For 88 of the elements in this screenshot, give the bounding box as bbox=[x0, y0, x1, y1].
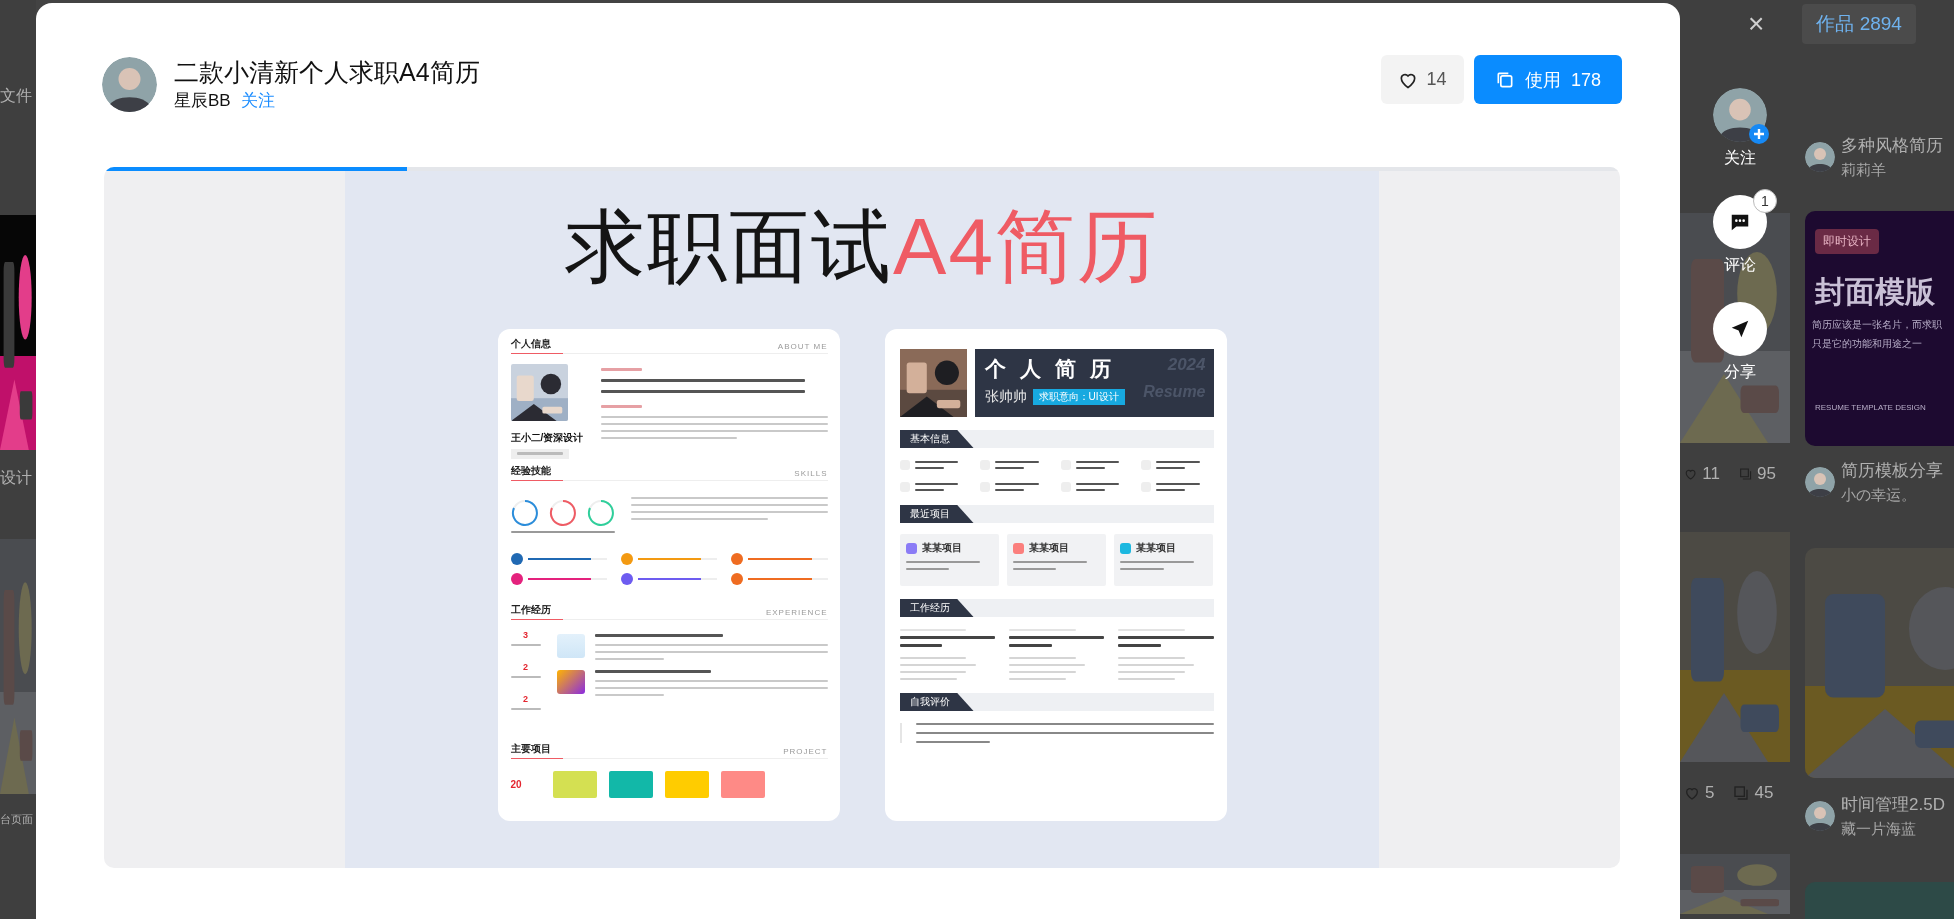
author-avatar[interactable] bbox=[1805, 467, 1835, 497]
author-name[interactable]: 小の幸运。 bbox=[1841, 486, 1943, 505]
text-lines-drawing bbox=[914, 483, 958, 491]
section-subtitle: SKILLS bbox=[794, 469, 828, 478]
like-count: 11 bbox=[1702, 464, 1720, 484]
text-lines-drawing bbox=[601, 405, 642, 408]
action-label[interactable]: 分享 bbox=[1724, 362, 1756, 383]
text-lines-drawing bbox=[510, 644, 541, 646]
heart-icon bbox=[1684, 785, 1700, 801]
like-button[interactable]: 14 bbox=[1381, 55, 1464, 104]
section-title: 工作经历 bbox=[510, 603, 551, 617]
app-logo-icon bbox=[556, 634, 585, 658]
person-name: 张帅帅 bbox=[984, 388, 1027, 406]
preview-headline: 求职面试A4简历 bbox=[565, 207, 1159, 287]
works-button[interactable]: 作品 2894 bbox=[1802, 4, 1916, 44]
like-count: 5 bbox=[1705, 783, 1715, 803]
comment-icon bbox=[1733, 785, 1750, 801]
app-logo-icon bbox=[731, 573, 744, 585]
progress-ring-icon bbox=[548, 499, 577, 527]
count-badge: 1 bbox=[1753, 189, 1777, 213]
app-logo-icon bbox=[510, 553, 523, 565]
author-avatar[interactable] bbox=[102, 57, 157, 112]
job-intent: 求职意向：UI设计 bbox=[1032, 389, 1125, 405]
section-title: 主要项目 bbox=[510, 742, 551, 756]
section-subtitle: ABOUT ME bbox=[777, 342, 828, 351]
comment-count: 95 bbox=[1757, 464, 1776, 484]
send-icon bbox=[1729, 318, 1751, 340]
text-lines-drawing bbox=[1075, 483, 1119, 491]
stat-number: 2 bbox=[523, 694, 528, 704]
text-lines-drawing bbox=[914, 461, 958, 469]
text-lines-drawing bbox=[1075, 461, 1119, 469]
section-title: 个人信息 bbox=[510, 337, 551, 351]
project-title: 某某项目 bbox=[1136, 541, 1177, 555]
app-logo-icon bbox=[620, 553, 633, 565]
text-lines-drawing bbox=[510, 708, 541, 710]
resume-title: 个人简历 bbox=[984, 356, 1125, 381]
section-title: 基本信息 bbox=[899, 430, 974, 448]
project-title: 某某项目 bbox=[1028, 541, 1069, 555]
card-title[interactable]: 时间管理2.5D bbox=[1841, 793, 1945, 816]
action-label[interactable]: 评论 bbox=[1724, 255, 1756, 276]
author-name[interactable]: 星辰BB bbox=[174, 89, 231, 112]
stat-number: 3 bbox=[523, 630, 528, 640]
person-name: 王小二/资深设计 bbox=[510, 431, 584, 445]
card-title[interactable]: 简历模板分享 bbox=[1841, 459, 1943, 482]
comment-count: 45 bbox=[1754, 783, 1774, 803]
section-subtitle: EXPERIENCE bbox=[765, 608, 828, 617]
action-label[interactable]: 关注 bbox=[1724, 148, 1756, 169]
app-logo-icon bbox=[620, 573, 633, 585]
text-lines-drawing bbox=[1156, 483, 1200, 491]
app-logo-icon bbox=[556, 670, 585, 694]
section-title: 最近项目 bbox=[899, 505, 974, 523]
progress-ring-icon bbox=[586, 499, 615, 527]
cover-heading: 封面模版 bbox=[1815, 274, 1936, 310]
section-subtitle: PROJECT bbox=[783, 747, 828, 756]
cover-card[interactable]: 即时设计 封面模版 简历应该是一张名片，而求职 只是它的功能和用途之一 RESUME TEMPLATE DESIGN bbox=[1805, 211, 1954, 446]
section-title: 自我评价 bbox=[899, 693, 974, 711]
tag-label: 即时设计 bbox=[1815, 229, 1879, 254]
progress-ring-icon bbox=[510, 499, 539, 527]
filter-tab[interactable]: 文件 bbox=[0, 0, 36, 131]
app-logo-icon bbox=[510, 573, 523, 585]
work-title: 二款小清新个人求职A4简历 bbox=[174, 57, 480, 87]
section-title: 经验技能 bbox=[510, 464, 551, 478]
app-logo-icon bbox=[731, 553, 744, 565]
text-lines-drawing bbox=[516, 452, 563, 455]
section-title: 工作经历 bbox=[899, 599, 974, 617]
project-title: 某某项目 bbox=[921, 541, 962, 555]
text-lines-drawing bbox=[601, 368, 642, 371]
text-lines-drawing bbox=[510, 676, 541, 678]
text-lines-drawing bbox=[1156, 461, 1200, 469]
plus-icon bbox=[1749, 124, 1769, 144]
comment-icon bbox=[1738, 466, 1753, 482]
card-title[interactable]: 设计 bbox=[0, 468, 36, 489]
author-avatar[interactable] bbox=[1805, 801, 1835, 831]
use-button[interactable]: 使用 178 bbox=[1474, 55, 1622, 104]
cover-footer: RESUME TEMPLATE DESIGN bbox=[1815, 403, 1954, 412]
cover-text: 只是它的功能和用途之一 bbox=[1812, 337, 1923, 351]
cover-text: 简历应该是一张名片，而求职 bbox=[1812, 318, 1943, 332]
text-lines-drawing bbox=[995, 483, 1039, 491]
card-title[interactable]: 台页面 bbox=[0, 812, 36, 827]
close-button[interactable]: × bbox=[1748, 10, 1765, 38]
author-avatar[interactable] bbox=[1805, 142, 1835, 172]
stat-number: 20 bbox=[510, 779, 523, 790]
text-lines-drawing bbox=[995, 461, 1039, 469]
card-title[interactable]: 多种风格简历 bbox=[1841, 134, 1943, 157]
stat-number: 2 bbox=[523, 662, 528, 672]
follow-link[interactable]: 关注 bbox=[240, 89, 275, 112]
author-name[interactable]: 藏一片海蓝 bbox=[1841, 820, 1945, 839]
author-name[interactable]: 莉莉羊 bbox=[1841, 161, 1943, 180]
